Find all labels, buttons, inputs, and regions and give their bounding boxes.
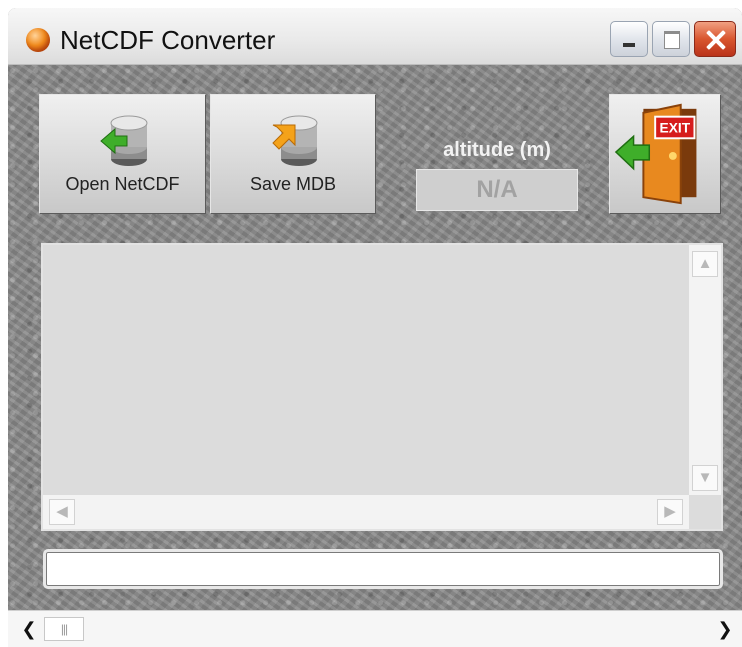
scroll-right-arrow-icon[interactable]: ▶ (657, 499, 683, 525)
progress-bar (43, 549, 723, 589)
window-horizontal-scrollbar[interactable]: ❮ ||| ❯ (8, 610, 742, 647)
scroll-thumb[interactable]: ||| (44, 617, 84, 641)
listbox-vertical-scrollbar[interactable]: ▲ ▼ (689, 245, 721, 495)
minimize-button[interactable] (610, 21, 648, 57)
scroll-right-icon[interactable]: ❯ (714, 618, 736, 640)
open-netcdf-label: Open NetCDF (65, 174, 180, 194)
save-mdb-button[interactable]: Save MDB (210, 94, 376, 214)
database-export-icon (272, 115, 318, 166)
altitude-label: altitude (m) (443, 139, 551, 161)
scroll-left-arrow-icon[interactable]: ◀ (49, 499, 75, 525)
exit-sign-text: EXIT (660, 120, 691, 135)
scroll-left-icon[interactable]: ❮ (18, 618, 40, 640)
save-mdb-label: Save MDB (249, 174, 337, 194)
app-window: NetCDF Converter Open NetCDF Save MDB al… (8, 8, 742, 647)
client-area: Open NetCDF Save MDB altitude (m) N/A EX… (8, 65, 742, 647)
app-orb-icon (26, 28, 50, 52)
open-netcdf-button[interactable]: Open NetCDF (39, 94, 206, 214)
database-import-icon (99, 115, 147, 166)
scroll-up-arrow-icon[interactable]: ▲ (692, 251, 718, 277)
window-title: NetCDF Converter (60, 25, 276, 55)
maximize-button[interactable] (652, 21, 690, 57)
exit-door-icon: EXIT (614, 103, 697, 205)
scrollbar-corner (689, 495, 721, 529)
altitude-value-field: N/A (416, 169, 578, 211)
close-button[interactable] (694, 21, 736, 57)
exit-button[interactable]: EXIT (609, 94, 721, 214)
output-listbox[interactable]: ▲ ▼ ◀ ▶ (41, 243, 723, 531)
scroll-down-arrow-icon[interactable]: ▼ (692, 465, 718, 491)
title-bar[interactable]: NetCDF Converter (8, 8, 742, 65)
listbox-horizontal-scrollbar[interactable]: ◀ ▶ (43, 495, 689, 529)
